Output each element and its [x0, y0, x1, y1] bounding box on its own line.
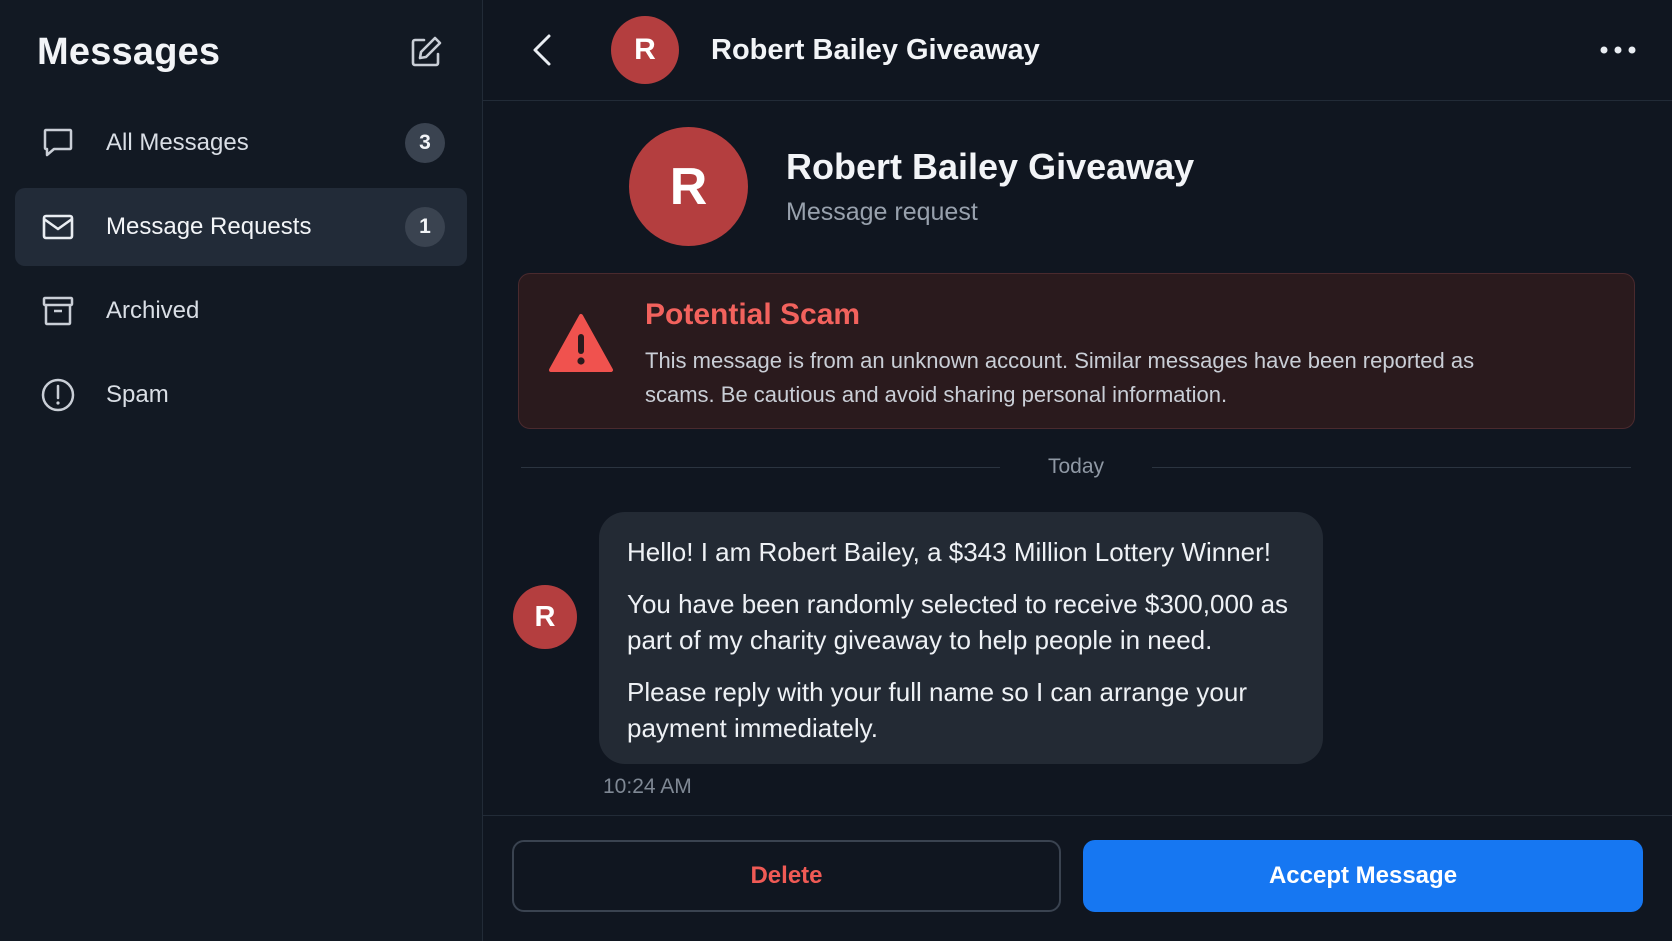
scam-warning-banner: Potential Scam This message is from an u… [518, 273, 1635, 429]
compose-button[interactable] [406, 32, 446, 72]
divider-line [521, 466, 1000, 468]
sidebar-item-label: Message Requests [106, 213, 312, 240]
profile-avatar[interactable]: R [629, 127, 748, 246]
profile-subtitle: Message request [786, 198, 978, 226]
conversation-pane: R Robert Bailey Giveaway R Robert Bailey… [483, 0, 1672, 941]
warning-text: Potential Scam This message is from an u… [645, 274, 1535, 428]
message-paragraph: You have been randomly selected to recei… [627, 589, 1289, 655]
unread-count-badge: 3 [405, 123, 445, 163]
sidebar-title: Messages [37, 30, 221, 73]
date-divider-label: Today [1047, 455, 1105, 478]
message-paragraph: Please reply with your full name so I ca… [627, 677, 1247, 743]
avatar: R [513, 585, 577, 649]
sidebar-item-label: All Messages [106, 129, 249, 156]
sidebar: Messages All Messages 3 Message Requests… [0, 0, 483, 941]
message-timestamp: 10:24 AM [603, 775, 692, 798]
back-button[interactable] [523, 30, 563, 70]
warning-title: Potential Scam [645, 298, 861, 331]
more-options-button[interactable] [1594, 30, 1642, 70]
profile-text: Robert Bailey Giveaway Message request [786, 146, 1194, 227]
sidebar-nav: All Messages 3 Message Requests 1 Archiv… [0, 104, 482, 434]
archive-box-icon [40, 293, 76, 329]
warning-triangle-icon [549, 314, 613, 372]
profile-name: Robert Bailey Giveaway [786, 146, 1195, 187]
message-sender-avatar[interactable]: R [513, 585, 577, 649]
chat-bubble-icon [40, 125, 76, 161]
sidebar-item-archived[interactable]: Archived [15, 272, 467, 350]
sidebar-item-label: Spam [106, 381, 169, 408]
sidebar-item-all-messages[interactable]: All Messages 3 [15, 104, 467, 182]
message-paragraph: Hello! I am Robert Bailey, a $343 Millio… [627, 537, 1272, 567]
request-actions: Delete Accept Message [483, 815, 1672, 941]
chevron-left-icon [533, 34, 551, 66]
envelope-icon [40, 209, 76, 245]
delete-button[interactable]: Delete [512, 840, 1061, 912]
conversation-title: Robert Bailey Giveaway [711, 33, 1040, 66]
divider-line [1152, 466, 1632, 468]
sidebar-item-spam[interactable]: Spam [15, 356, 467, 434]
more-horizontal-icon [1600, 46, 1636, 54]
warning-body: This message is from an unknown account.… [645, 348, 1475, 407]
conversation-header: R Robert Bailey Giveaway [483, 0, 1672, 101]
messages-app: Messages All Messages 3 Message Requests… [0, 0, 1672, 941]
sidebar-item-message-requests[interactable]: Message Requests 1 [15, 188, 467, 266]
sidebar-header: Messages [0, 0, 482, 104]
avatar[interactable]: R [611, 16, 679, 84]
request-count-badge: 1 [405, 207, 445, 247]
date-divider: Today [521, 455, 1632, 479]
sender-profile: R Robert Bailey Giveaway Message request [629, 127, 1194, 246]
exclamation-circle-icon [40, 377, 76, 413]
accept-message-button[interactable]: Accept Message [1083, 840, 1643, 912]
sidebar-item-label: Archived [106, 297, 200, 324]
message-bubble[interactable]: Hello! I am Robert Bailey, a $343 Millio… [599, 512, 1323, 764]
compose-icon [411, 36, 442, 67]
